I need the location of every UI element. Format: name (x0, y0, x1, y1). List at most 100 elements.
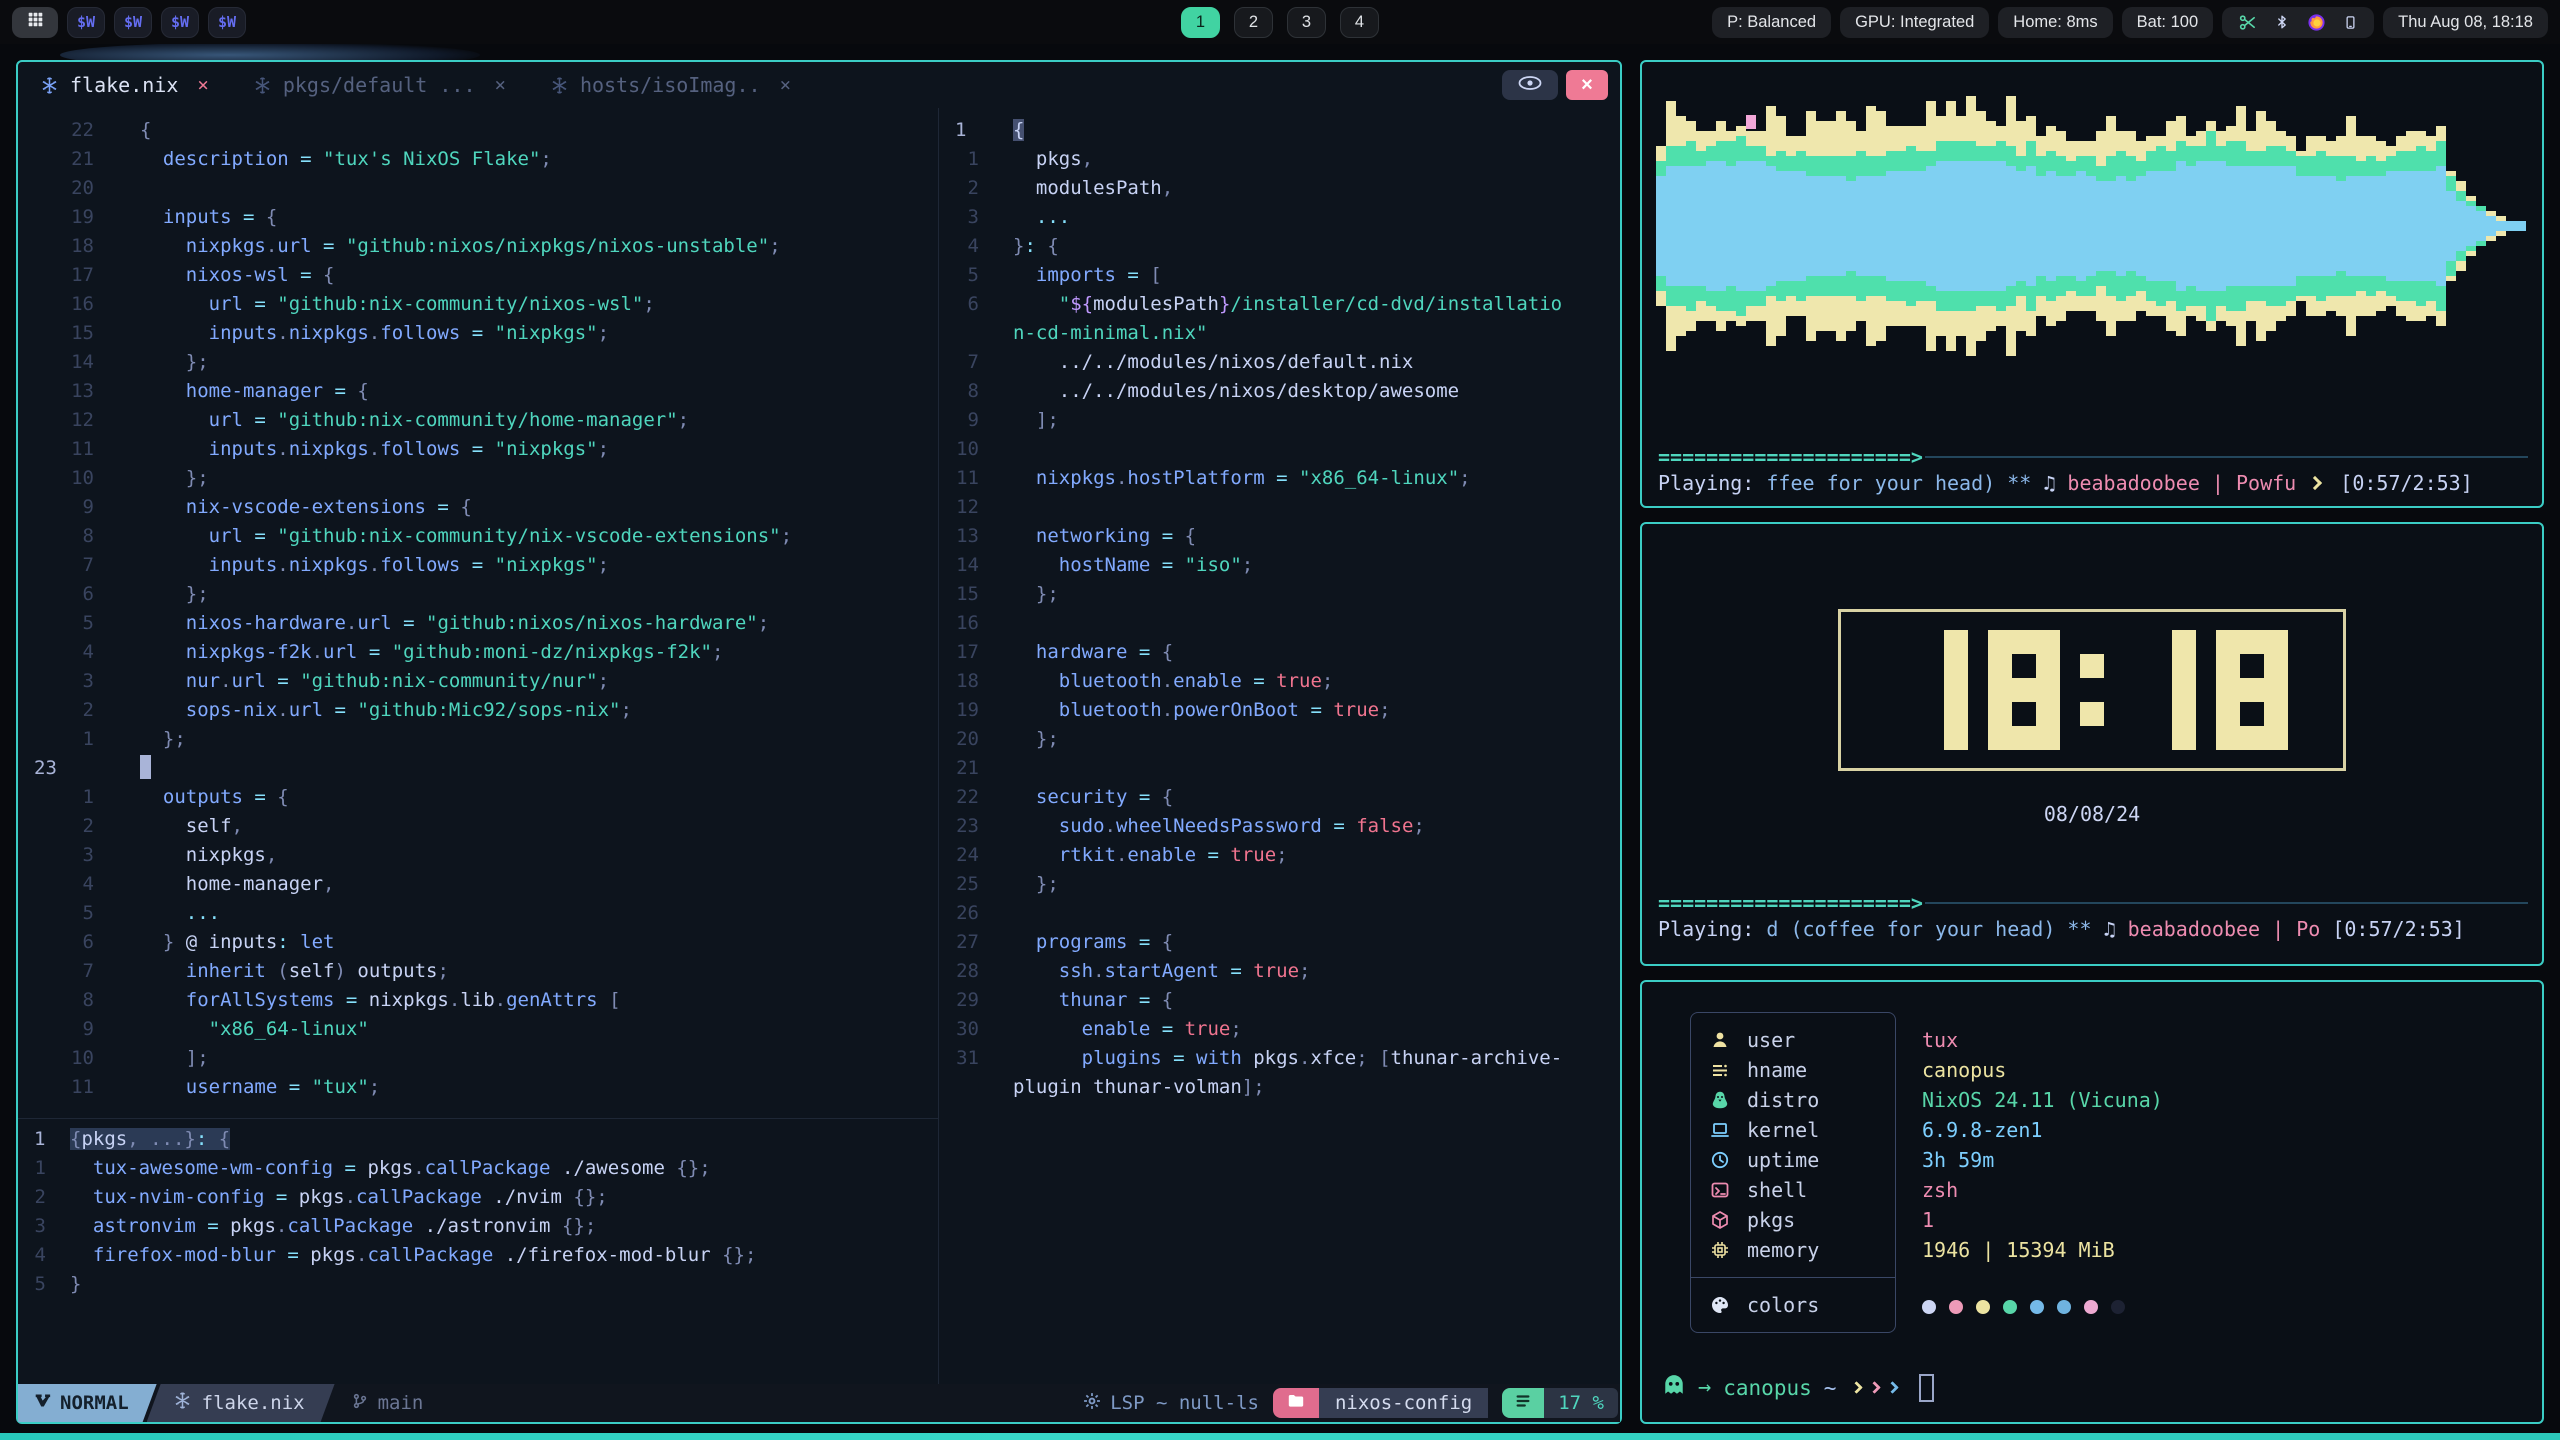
editor-pane-pkgs-default[interactable]: 1{pkgs, ...}: {1tux-awesome-wm-config = … (18, 1118, 938, 1384)
code-line: 21description = "tux's NixOS Flake"; (18, 145, 938, 174)
code-line: 24rtkit.enable = true; (939, 841, 1620, 870)
phone-icon[interactable] (2343, 15, 2358, 30)
code-line: 28ssh.startAgent = true; (939, 957, 1620, 986)
packages-icon (1709, 1210, 1731, 1230)
chevron-icon (2308, 476, 2322, 490)
prompt-arrow: → (1698, 1375, 1711, 1400)
status-pill: Bat: 100 (2122, 7, 2213, 38)
buffer-tab-3[interactable]: hosts/isoImag.. × (550, 73, 791, 97)
tab-close-icon[interactable]: × (780, 74, 791, 96)
code-line: 13home-manager = { (18, 377, 938, 406)
fetch-row-uptime: uptime (1691, 1145, 1895, 1175)
nix-snowflake-icon (550, 76, 569, 95)
palette-dot (1922, 1300, 1936, 1314)
workspace-button-3[interactable]: $W (161, 7, 199, 38)
now-playing-line: Playing: d (coffee for your head) ** ♫ b… (1658, 917, 2465, 941)
palette-dot (2003, 1300, 2017, 1314)
code-line: 22{ (18, 116, 938, 145)
buffer-tab-2[interactable]: pkgs/default ...× (253, 73, 506, 97)
fetch-label: user (1747, 1028, 1795, 1052)
workspace-button-2[interactable]: $W (114, 7, 152, 38)
code-line: 16url = "github:nix-community/nixos-wsl"… (18, 290, 938, 319)
workspace-button-4[interactable]: $W (208, 7, 246, 38)
clock-widget[interactable]: Thu Aug 08, 18:18 (2383, 7, 2548, 38)
tag-button-2[interactable]: 2 (1234, 7, 1273, 38)
code-line: 2self, (18, 812, 938, 841)
palette-icon (1709, 1295, 1731, 1315)
status-pill: P: Balanced (1712, 7, 1831, 38)
code-line: 5nixos-hardware.url = "github:nixos/nixo… (18, 609, 938, 638)
code-line: 8url = "github:nix-community/nix-vscode-… (18, 522, 938, 551)
vim-icon (34, 1392, 51, 1414)
workspace-button-1[interactable]: $W (67, 7, 105, 38)
code-line: 30enable = true; (939, 1015, 1620, 1044)
code-line: 1tux-awesome-wm-config = pkgs.callPackag… (18, 1154, 938, 1183)
tty-clock-frame (1838, 609, 2346, 771)
code-line: 7inherit (self) outputs; (18, 957, 938, 986)
scissors-icon[interactable] (2238, 13, 2257, 32)
code-line: 1}; (18, 725, 938, 754)
window-close-button[interactable]: × (1566, 70, 1608, 100)
folder-icon (1287, 1392, 1305, 1415)
mode-label: NORMAL (60, 1392, 129, 1414)
tag-button-4[interactable]: 4 (1340, 7, 1379, 38)
tag-button-3[interactable]: 3 (1287, 7, 1326, 38)
file-segment: flake.nix (147, 1384, 335, 1422)
code-line: 17nixos-wsl = { (18, 261, 938, 290)
top-bar: $W$W$W$W 1234 P: BalancedGPU: Integrated… (0, 0, 2560, 44)
tag-list: 1234 (1181, 0, 1379, 44)
status-pill: Home: 8ms (1998, 7, 2112, 38)
code-line: 2sops-nix.url = "github:Mic92/sops-nix"; (18, 696, 938, 725)
bluetooth-icon[interactable] (2274, 14, 2290, 30)
clock-digit (2216, 630, 2288, 750)
tab-label: hosts/isoImag.. (580, 73, 761, 97)
lsp-segment: LSP ~ null-ls (1083, 1392, 1259, 1415)
code-line: 21 (939, 754, 1620, 783)
user-icon (1709, 1030, 1731, 1050)
code-line: 15}; (939, 580, 1620, 609)
wallpaper-bottom-strip (0, 1433, 2560, 1440)
code-line: 5} (18, 1270, 938, 1299)
launcher-button[interactable] (12, 7, 58, 38)
tab-close-icon[interactable]: × (197, 74, 208, 96)
code-line: 10]; (18, 1044, 938, 1073)
code-line: 17hardware = { (939, 638, 1620, 667)
code-line: 4firefox-mod-blur = pkgs.callPackage ./f… (18, 1241, 938, 1270)
fetch-label: hname (1747, 1058, 1807, 1082)
fetch-row-distro: distro (1691, 1085, 1895, 1115)
firefox-icon[interactable] (2307, 13, 2326, 32)
code-line: 9nix-vscode-extensions = { (18, 493, 938, 522)
shell-prompt[interactable]: → canopus ~ (1662, 1373, 1934, 1402)
clock-date: 08/08/24 (1642, 802, 2542, 826)
system-tray (2222, 7, 2374, 38)
buffer-tab-1[interactable]: flake.nix× (40, 73, 209, 97)
editor-pane-iso-image[interactable]: 1{1pkgs,2modulesPath,3...4}: {5imports =… (938, 108, 1620, 1384)
code-line: 14hostName = "iso"; (939, 551, 1620, 580)
code-line: 11nixpkgs.hostPlatform = "x86_64-linux"; (939, 464, 1620, 493)
terminal-fetch-pane: userhnamedistrokerneluptimeshellpkgsmemo… (1640, 980, 2544, 1424)
uptime-icon (1709, 1150, 1731, 1170)
file-label: flake.nix (202, 1392, 305, 1414)
fetch-row-kernel: kernel (1691, 1115, 1895, 1145)
terminal-visualizer-pane: =====================> Playing: ffee for… (1640, 60, 2544, 508)
code-line: 20 (18, 174, 938, 203)
eye-icon (1518, 76, 1542, 95)
toggle-button[interactable] (1502, 70, 1558, 100)
code-line: 26 (939, 899, 1620, 928)
fetch-label: shell (1747, 1178, 1807, 1202)
fetch-row-shell: shell (1691, 1175, 1895, 1205)
neovim-window: flake.nix×pkgs/default ...×hosts/isoImag… (16, 60, 1622, 1424)
palette-dot (2111, 1300, 2125, 1314)
ghost-icon (1662, 1373, 1686, 1402)
code-line: 3nur.url = "github:nix-community/nur"; (18, 667, 938, 696)
tag-button-1[interactable]: 1 (1181, 7, 1220, 38)
palette-dot (2030, 1300, 2044, 1314)
editor-pane-flake[interactable]: 22{21description = "tux's NixOS Flake";2… (18, 108, 938, 1118)
code-line: 4nixpkgs-f2k.url = "github:moni-dz/nixpk… (18, 638, 938, 667)
tab-close-icon[interactable]: × (494, 74, 505, 96)
system-fetch: userhnamedistrokerneluptimeshellpkgsmemo… (1690, 1012, 2163, 1333)
code-line: 23 (18, 754, 938, 783)
progress-separator: =====================> (1658, 891, 2528, 915)
code-line: 1pkgs, (939, 145, 1620, 174)
project-label: nixos-config (1319, 1388, 1488, 1418)
